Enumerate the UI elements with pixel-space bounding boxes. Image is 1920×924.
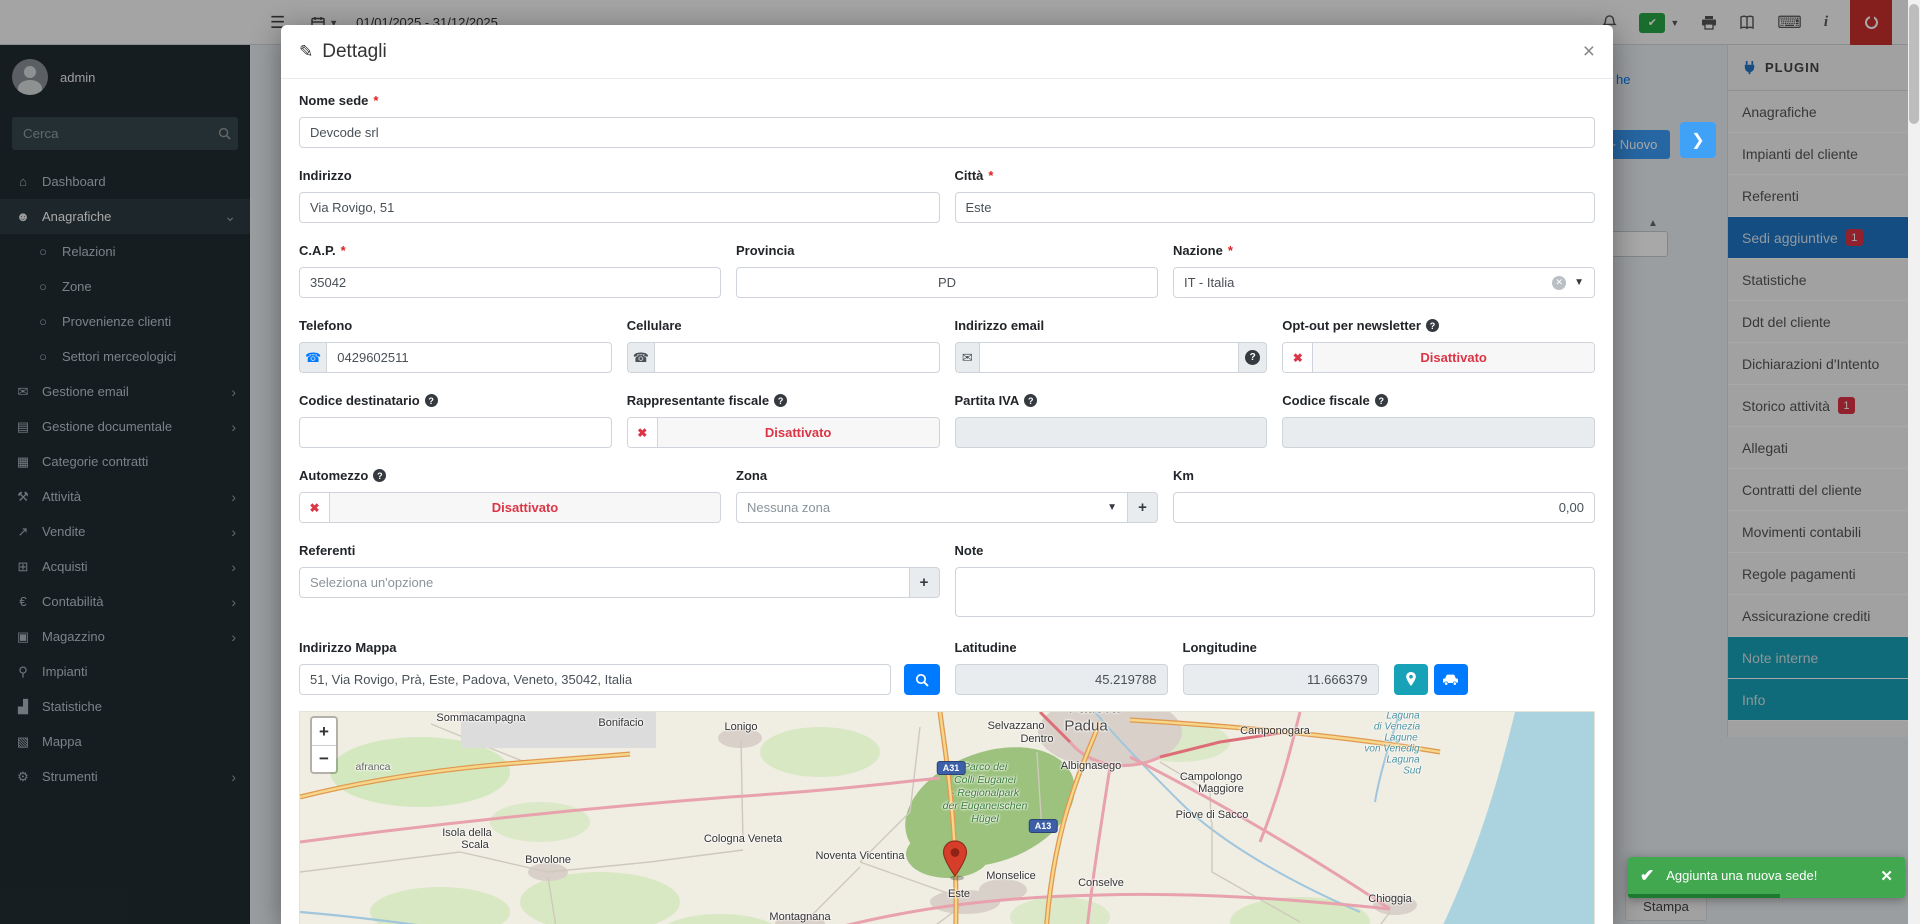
field-label: Opt-out per newsletter? <box>1282 318 1595 333</box>
map-marker-icon <box>1405 672 1417 687</box>
field-label: Latitudine <box>955 640 1168 655</box>
cap-input[interactable] <box>299 267 721 298</box>
x-icon: ✖ <box>628 418 658 447</box>
unloaded-tile <box>461 712 656 748</box>
field-label: Rappresentante fiscale? <box>627 393 940 408</box>
location-marker-icon[interactable] <box>942 840 968 882</box>
zoom-in-button[interactable]: + <box>312 718 336 745</box>
field-label: Referenti <box>299 543 940 558</box>
telefono-input[interactable] <box>326 342 611 373</box>
automezzo-toggle[interactable]: ✖ Disattivato <box>299 492 721 523</box>
field-label: Zona <box>736 468 1158 483</box>
field-label: Codice fiscale? <box>1282 393 1595 408</box>
success-toast[interactable]: ✔ Aggiunta una nuova sede! ✕ <box>1628 857 1905 898</box>
help-icon[interactable]: ? <box>774 394 787 407</box>
optout-toggle[interactable]: ✖ Disattivato <box>1282 342 1595 373</box>
toggle-state: Disattivato <box>330 493 720 522</box>
x-icon: ✖ <box>300 493 330 522</box>
toast-progress-bar <box>1628 894 1780 898</box>
rappresentante-fiscale-toggle[interactable]: ✖ Disattivato <box>627 417 940 448</box>
zoom-out-button[interactable]: − <box>312 745 336 772</box>
dettagli-modal: ✎ Dettagli × Nome sede* Indirizzo Città* <box>281 25 1613 924</box>
field-label: C.A.P.* <box>299 243 721 258</box>
clear-selection-icon[interactable]: ✕ <box>1552 276 1566 290</box>
field-label: Indirizzo email <box>955 318 1268 333</box>
field-label: Longitudine <box>1183 640 1379 655</box>
zona-select[interactable]: Nessuna zona ▼ <box>736 492 1128 523</box>
add-zona-button[interactable]: + <box>1128 492 1158 523</box>
cellulare-input[interactable] <box>654 342 939 373</box>
route-car-button[interactable] <box>1434 664 1468 695</box>
field-label: Telefono <box>299 318 612 333</box>
caret-down-icon: ▼ <box>1107 502 1117 513</box>
modal-title: ✎ Dettagli <box>299 41 387 63</box>
toggle-state: Disattivato <box>1313 343 1594 372</box>
codice-destinatario-input[interactable] <box>299 417 612 448</box>
leaflet-map[interactable]: ✈ SommacampagnaafrancaBonifacioLonigoSel… <box>299 711 1595 924</box>
modal-body: Nome sede* Indirizzo Città* C.A.P.* <box>281 79 1613 924</box>
latitudine-input <box>955 664 1168 695</box>
check-icon: ✔ <box>1640 866 1654 886</box>
nome-sede-input[interactable] <box>299 117 1595 148</box>
modal-header: ✎ Dettagli × <box>281 25 1613 79</box>
motorway-badge: A13 <box>1029 819 1058 833</box>
car-icon <box>1442 673 1459 686</box>
field-label: Città* <box>955 168 1596 183</box>
help-icon[interactable]: ? <box>1426 319 1439 332</box>
citta-input[interactable] <box>955 192 1596 223</box>
referenti-select[interactable]: Seleziona un'opzione <box>299 567 910 598</box>
phone-icon: ☎ <box>627 342 654 373</box>
plugin-panel-toggle-button[interactable]: ❯ <box>1680 122 1716 158</box>
help-icon[interactable]: ? <box>1024 394 1037 407</box>
km-input[interactable] <box>1173 492 1595 523</box>
motorway-badge: A31 <box>937 761 966 775</box>
phone-icon: ☎ <box>299 342 326 373</box>
field-label: Automezzo? <box>299 468 721 483</box>
note-textarea[interactable] <box>955 567 1596 617</box>
field-label: Note <box>955 543 1596 558</box>
add-referente-button[interactable]: + <box>910 567 940 598</box>
nazione-select[interactable]: IT - Italia ✕ ▼ <box>1173 267 1595 298</box>
field-label: Partita IVA? <box>955 393 1268 408</box>
envelope-icon: ✉ <box>955 342 980 373</box>
map-marker-button[interactable] <box>1394 664 1428 695</box>
field-label: Codice destinatario? <box>299 393 612 408</box>
codice-fiscale-input <box>1282 417 1595 448</box>
partita-iva-input <box>955 417 1268 448</box>
field-label: Km <box>1173 468 1595 483</box>
field-label: Indirizzo <box>299 168 940 183</box>
email-input[interactable] <box>979 342 1239 373</box>
field-label: Nazione* <box>1173 243 1595 258</box>
scrollbar-thumb[interactable] <box>1909 4 1919 124</box>
indirizzo-input[interactable] <box>299 192 940 223</box>
screen: ☰ ▼ 01/01/2025 - 31/12/2025 ✔ ▼ ⌨ i <box>0 0 1920 924</box>
caret-down-icon: ▼ <box>1574 277 1584 288</box>
help-icon[interactable]: ? <box>1375 394 1388 407</box>
map-zoom-control: + − <box>310 716 338 774</box>
field-label: Indirizzo Mappa <box>299 640 891 655</box>
geocode-search-button[interactable] <box>904 664 940 695</box>
search-icon <box>915 673 929 687</box>
provincia-input[interactable] <box>736 267 1158 298</box>
email-help-icon[interactable]: ? <box>1239 342 1267 373</box>
toggle-state: Disattivato <box>658 418 939 447</box>
field-label: Cellulare <box>627 318 940 333</box>
field-label: Nome sede* <box>299 93 1595 108</box>
x-icon: ✖ <box>1283 343 1313 372</box>
help-icon[interactable]: ? <box>425 394 438 407</box>
toast-message: Aggiunta una nuova sede! <box>1666 868 1817 883</box>
pencil-icon: ✎ <box>299 42 313 62</box>
close-icon[interactable]: × <box>1583 41 1595 62</box>
help-icon[interactable]: ? <box>373 469 386 482</box>
toast-close-icon[interactable]: ✕ <box>1880 867 1893 885</box>
page-scrollbar[interactable] <box>1908 0 1920 924</box>
field-label: Provincia <box>736 243 1158 258</box>
indirizzo-mappa-input[interactable] <box>299 664 891 695</box>
longitudine-input <box>1183 664 1379 695</box>
